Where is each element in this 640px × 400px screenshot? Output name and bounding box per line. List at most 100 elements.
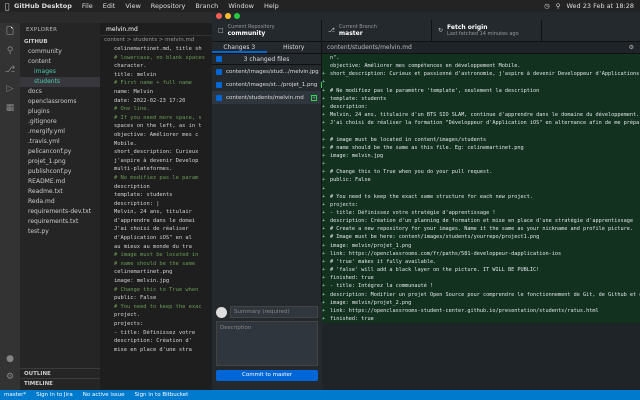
menu-item[interactable]: Edit bbox=[103, 2, 116, 10]
tree-item[interactable]: test.py bbox=[20, 227, 100, 237]
close-icon[interactable] bbox=[216, 13, 222, 19]
code-text: public: False bbox=[114, 295, 157, 302]
tree-item[interactable]: content bbox=[20, 57, 100, 67]
tree-item[interactable]: Readme.txt bbox=[20, 187, 100, 197]
diff-text: link: https://openclassrooms-student-cen… bbox=[330, 307, 599, 314]
tree-item[interactable]: images bbox=[20, 67, 100, 77]
tree-item[interactable]: docs bbox=[20, 87, 100, 97]
source-control-icon[interactable]: ⎇ bbox=[5, 65, 15, 75]
file-checkbox[interactable] bbox=[216, 68, 222, 75]
changed-file-row[interactable]: content/images/stud.../melvin.jpg+ bbox=[212, 65, 329, 78]
code-line: public: False bbox=[100, 294, 212, 303]
bitbucket-status[interactable]: Sign in to Bitbucket bbox=[135, 392, 189, 398]
tree-item[interactable]: pelicanconf.py bbox=[20, 147, 100, 157]
tab-changes[interactable]: Changes 3 bbox=[212, 42, 267, 53]
settings-icon[interactable]: ⚙ bbox=[6, 372, 14, 382]
tree-item[interactable]: README.md bbox=[20, 177, 100, 187]
diff-gutter: + bbox=[322, 79, 326, 86]
diff-line: + # Change this to True when you do your … bbox=[322, 168, 640, 176]
code-text: short_description: Curieux bbox=[114, 149, 199, 156]
diff-text: description: Modifier un projet Open Sou… bbox=[330, 291, 640, 298]
activity-bar: 🗋 ⚲ ⎇ ▷ ▦ ● ⚙ bbox=[0, 23, 20, 390]
diff-gutter: + bbox=[322, 275, 326, 282]
menu-item[interactable]: Window bbox=[228, 2, 254, 10]
description-input[interactable]: Description bbox=[216, 321, 318, 366]
code-text: description bbox=[114, 183, 150, 190]
clock[interactable]: Wed 23 Feb at 18:28 bbox=[567, 2, 634, 10]
gear-icon[interactable]: ⚙ bbox=[629, 42, 634, 54]
minimize-icon[interactable] bbox=[225, 13, 231, 19]
wifi-icon[interactable]: ◷ bbox=[544, 2, 550, 10]
code-line: au mieux au monde du tra bbox=[100, 243, 212, 252]
menu-item[interactable]: Help bbox=[264, 2, 279, 10]
code-line: objective: Améliorer mes c bbox=[100, 131, 212, 140]
fetch-origin-button[interactable]: ↻ Fetch origin Last fetched 14 minutes ag… bbox=[432, 20, 542, 41]
tree-item[interactable]: projet_1.png bbox=[20, 157, 100, 167]
explorer-title: EXPLORER bbox=[26, 27, 58, 33]
code-text: # image must be located in bbox=[114, 252, 199, 259]
diff-text: # 'true' makes it fully available. bbox=[330, 258, 437, 265]
menu-item[interactable]: Repository bbox=[151, 2, 186, 10]
tree-item[interactable]: Reda.md bbox=[20, 197, 100, 207]
file-checkbox[interactable] bbox=[216, 81, 222, 88]
changed-file-row[interactable]: content/students/melvin.md + bbox=[212, 91, 321, 104]
menu-item[interactable]: GitHub Desktop bbox=[14, 2, 72, 10]
tab-history[interactable]: History bbox=[267, 42, 322, 53]
extensions-icon[interactable]: ▦ bbox=[6, 103, 15, 113]
code-line: image: melvin.jpg bbox=[100, 277, 212, 286]
debug-icon[interactable]: ▷ bbox=[7, 84, 14, 94]
search-icon[interactable]: ⚲ bbox=[556, 2, 561, 10]
branch-status[interactable]: master* bbox=[4, 392, 26, 398]
breadcrumb[interactable]: content > students > melvin.md bbox=[100, 36, 212, 45]
outline-section[interactable]: OUTLINE bbox=[20, 368, 100, 378]
code-text: Melvin, 24 ans, titulair bbox=[114, 209, 192, 216]
tree-item[interactable]: openclassrooms bbox=[20, 97, 100, 107]
diff-text: # Ne modifiez pas le paramètre 'template… bbox=[330, 87, 540, 94]
commit-button[interactable]: Commit to master bbox=[216, 370, 318, 381]
menu-item[interactable]: View bbox=[125, 2, 140, 10]
code-line: Mobile. bbox=[100, 140, 212, 149]
timeline-section[interactable]: TIMELINE bbox=[20, 378, 100, 388]
tree-item[interactable]: publishconf.py bbox=[20, 167, 100, 177]
tree-item[interactable]: .travis.yml bbox=[20, 137, 100, 147]
diff-text: objective: Améliorer mes compétences en … bbox=[330, 63, 521, 70]
diff-gutter: + bbox=[322, 193, 326, 200]
editor-tab[interactable]: melvin.md bbox=[100, 23, 212, 36]
changed-file-row[interactable]: content/images/st.../projet_1.png + bbox=[212, 78, 328, 91]
tree-item[interactable]: students bbox=[20, 77, 100, 87]
issue-status[interactable]: No active issue bbox=[83, 392, 125, 398]
tree-item[interactable]: requirements.txt bbox=[20, 217, 100, 227]
code-line: d'apprendre dans le domai bbox=[100, 217, 212, 226]
menu-item[interactable]: Branch bbox=[195, 2, 218, 10]
diff-line: + template: students bbox=[322, 95, 640, 103]
repo-value: community bbox=[227, 30, 266, 37]
code-text: # If you need more space, s bbox=[114, 114, 202, 121]
code-line: projects: bbox=[100, 320, 212, 329]
code-line: celinemartinet.md, title sh bbox=[100, 45, 212, 54]
menu-item[interactable]: File bbox=[82, 2, 93, 10]
diff-line: + description: Création d'un planning de… bbox=[322, 217, 640, 225]
branch-selector[interactable]: ⎇ Current Branch master bbox=[322, 20, 432, 41]
maximize-icon[interactable] bbox=[234, 13, 240, 19]
code-text: mise en place d'une stra bbox=[114, 346, 192, 353]
code-text: # First name + full name bbox=[114, 80, 192, 87]
diff-line: + - title: Intégrez la communauté ! bbox=[322, 282, 640, 290]
files-icon[interactable]: 🗋 bbox=[6, 27, 13, 37]
search-icon[interactable]: ⚲ bbox=[7, 46, 14, 56]
code-text: celinemartinet.png bbox=[114, 269, 173, 276]
tree-item[interactable]: .gitignore bbox=[20, 117, 100, 127]
tree-item[interactable]: plugins bbox=[20, 107, 100, 117]
tree-item[interactable]: .mergify.yml bbox=[20, 127, 100, 137]
diff-text: # Create a new repository for your image… bbox=[330, 226, 633, 233]
tree-item[interactable]: requirements-dev.txt bbox=[20, 207, 100, 217]
jira-status[interactable]: Sign in to Jira bbox=[36, 392, 73, 398]
select-all-checkbox[interactable] bbox=[216, 56, 222, 62]
repository-selector[interactable]: □ Current Repository community bbox=[212, 20, 322, 41]
line-number bbox=[100, 277, 114, 286]
summary-input[interactable]: Summary (required) bbox=[230, 306, 318, 318]
file-checkbox[interactable] bbox=[216, 94, 222, 101]
tree-item[interactable]: community bbox=[20, 47, 100, 57]
apple-icon[interactable]:  bbox=[0, 2, 14, 11]
account-icon[interactable]: ● bbox=[6, 354, 14, 364]
workspace-section[interactable]: GITHUB bbox=[20, 37, 100, 47]
